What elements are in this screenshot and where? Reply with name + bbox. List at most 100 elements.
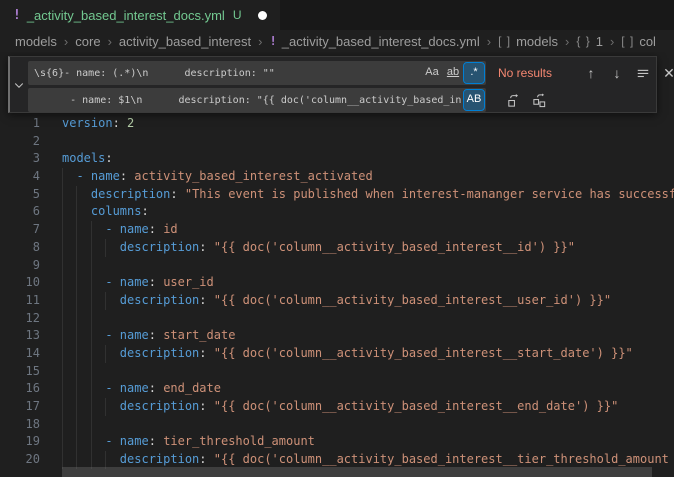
code-line[interactable]: 7 - name: id — [0, 221, 674, 239]
indent-guide — [62, 433, 63, 451]
line-number[interactable]: 19 — [0, 433, 40, 451]
indent-guide — [91, 398, 92, 416]
code-area[interactable]: 1version: 223models:4 - name: activity_b… — [0, 115, 674, 469]
indent-guide — [76, 257, 77, 275]
code-line[interactable]: 8 description: "{{ doc('column__activity… — [0, 239, 674, 257]
indent-guide — [76, 327, 77, 345]
line-number[interactable]: 11 — [0, 292, 40, 310]
next-match-button[interactable]: ↓ — [606, 62, 628, 84]
line-number[interactable]: 14 — [0, 345, 40, 363]
code-line[interactable]: 14 description: "{{ doc('column__activit… — [0, 345, 674, 363]
line-number[interactable]: 1 — [0, 115, 40, 133]
breadcrumb-item-activity_based_interest[interactable]: activity_based_interest — [119, 34, 251, 49]
replace-input[interactable]: - name: $1\n description: "{{ doc('colum… — [28, 88, 486, 112]
git-untracked-badge: U — [233, 8, 242, 22]
line-number[interactable]: 5 — [0, 186, 40, 204]
line-number[interactable]: 10 — [0, 274, 40, 292]
toggle-replace-chevron-icon[interactable] — [10, 57, 28, 112]
breadcrumb-item-core[interactable]: core — [75, 34, 100, 49]
code-line[interactable]: 13 - name: start_date — [0, 327, 674, 345]
code-line[interactable]: 1version: 2 — [0, 115, 674, 133]
indent-guide — [76, 398, 77, 416]
line-content: description: "{{ doc('column__activity_b… — [62, 239, 575, 257]
close-find-widget-button[interactable]: ✕ — [658, 62, 674, 84]
line-number[interactable]: 4 — [0, 168, 40, 186]
replace-all-button[interactable] — [528, 89, 550, 111]
line-number[interactable]: 12 — [0, 310, 40, 328]
breadcrumb-label: 1 — [596, 34, 603, 49]
code-line[interactable]: 3models: — [0, 150, 674, 168]
indent-guide — [105, 292, 106, 310]
line-number[interactable]: 16 — [0, 380, 40, 398]
line-content: - name: end_date — [62, 380, 221, 398]
indent-guide — [91, 345, 92, 363]
line-number[interactable]: 20 — [0, 451, 40, 469]
breadcrumb-separator-icon: › — [487, 34, 491, 49]
indent-guide — [76, 433, 77, 451]
replace-button[interactable] — [502, 89, 524, 111]
find-input-value: \s{6}- name: (.*)\n description: "" — [34, 68, 421, 79]
find-in-selection-button[interactable] — [632, 62, 654, 84]
line-number[interactable]: 8 — [0, 239, 40, 257]
indent-guide — [91, 433, 92, 451]
match-case-toggle[interactable]: Aa — [422, 63, 442, 83]
code-line[interactable]: 15 — [0, 363, 674, 381]
find-input[interactable]: \s{6}- name: (.*)\n description: "" Aa a… — [28, 61, 486, 85]
breadcrumb-label: models — [516, 34, 558, 49]
line-number[interactable]: 7 — [0, 221, 40, 239]
indent-guide — [62, 203, 63, 221]
code-line[interactable]: 17 description: "{{ doc('column__activit… — [0, 398, 674, 416]
code-line[interactable]: 6 columns: — [0, 203, 674, 221]
code-line[interactable]: 11 description: "{{ doc('column__activit… — [0, 292, 674, 310]
line-number[interactable]: 6 — [0, 203, 40, 221]
line-number[interactable]: 18 — [0, 416, 40, 434]
indent-guide — [76, 292, 77, 310]
yaml-file-icon: ! — [270, 34, 277, 48]
code-line[interactable]: 4 - name: activity_based_interest_activa… — [0, 168, 674, 186]
indent-guide — [62, 363, 63, 381]
line-number[interactable]: 9 — [0, 257, 40, 275]
code-line[interactable]: 2 — [0, 133, 674, 151]
indent-guide — [62, 274, 63, 292]
breadcrumb-item-_activity_based_interest_docs.yml[interactable]: ! _activity_based_interest_docs.yml — [270, 34, 480, 49]
line-content: description: "{{ doc('column__activity_b… — [62, 292, 611, 310]
indent-guide — [91, 257, 92, 275]
indent-guide — [62, 380, 63, 398]
indent-guide — [76, 310, 77, 328]
unsaved-changes-dot-icon[interactable] — [258, 11, 267, 20]
previous-match-button[interactable]: ↑ — [580, 62, 602, 84]
code-line[interactable]: 5 description: "This event is published … — [0, 186, 674, 204]
editor-pane[interactable]: 1version: 223models:4 - name: activity_b… — [0, 52, 674, 477]
indent-guide — [91, 274, 92, 292]
code-line[interactable]: 16 - name: end_date — [0, 380, 674, 398]
line-number[interactable]: 13 — [0, 327, 40, 345]
replace-input-value: - name: $1\n description: "{{ doc('colum… — [34, 95, 463, 106]
breadcrumb-separator-icon: › — [108, 34, 112, 49]
breadcrumb-item-col[interactable]: [ ]col — [621, 34, 656, 49]
tab-activity-based-interest-docs[interactable]: ! _activity_based_interest_docs.yml U — [0, 0, 280, 30]
breadcrumb-item-models[interactable]: models — [15, 34, 57, 49]
preserve-case-toggle[interactable]: AB — [464, 90, 484, 110]
code-line[interactable]: 19 - name: tier_threshold_amount — [0, 433, 674, 451]
indent-guide — [76, 274, 77, 292]
indent-guide — [62, 239, 63, 257]
whole-word-toggle[interactable]: ab — [443, 63, 463, 83]
code-line[interactable]: 9 — [0, 257, 674, 275]
line-number[interactable]: 17 — [0, 398, 40, 416]
yaml-file-icon: ! — [13, 8, 21, 23]
breadcrumb-item-models[interactable]: [ ]models — [498, 34, 558, 49]
code-line[interactable]: 10 - name: user_id — [0, 274, 674, 292]
indent-guide — [91, 416, 92, 434]
line-number[interactable]: 2 — [0, 133, 40, 151]
breadcrumb-label: models — [15, 34, 57, 49]
horizontal-scrollbar[interactable] — [62, 467, 652, 477]
breadcrumb-label: _activity_based_interest_docs.yml — [282, 34, 480, 49]
indent-guide — [76, 203, 77, 221]
line-number[interactable]: 15 — [0, 363, 40, 381]
code-line[interactable]: 12 — [0, 310, 674, 328]
code-line[interactable]: 18 — [0, 416, 674, 434]
line-number[interactable]: 3 — [0, 150, 40, 168]
breadcrumb-separator-icon: › — [565, 34, 569, 49]
breadcrumb-item-1[interactable]: { }1 — [576, 34, 603, 49]
regex-toggle[interactable]: .* — [464, 63, 484, 83]
